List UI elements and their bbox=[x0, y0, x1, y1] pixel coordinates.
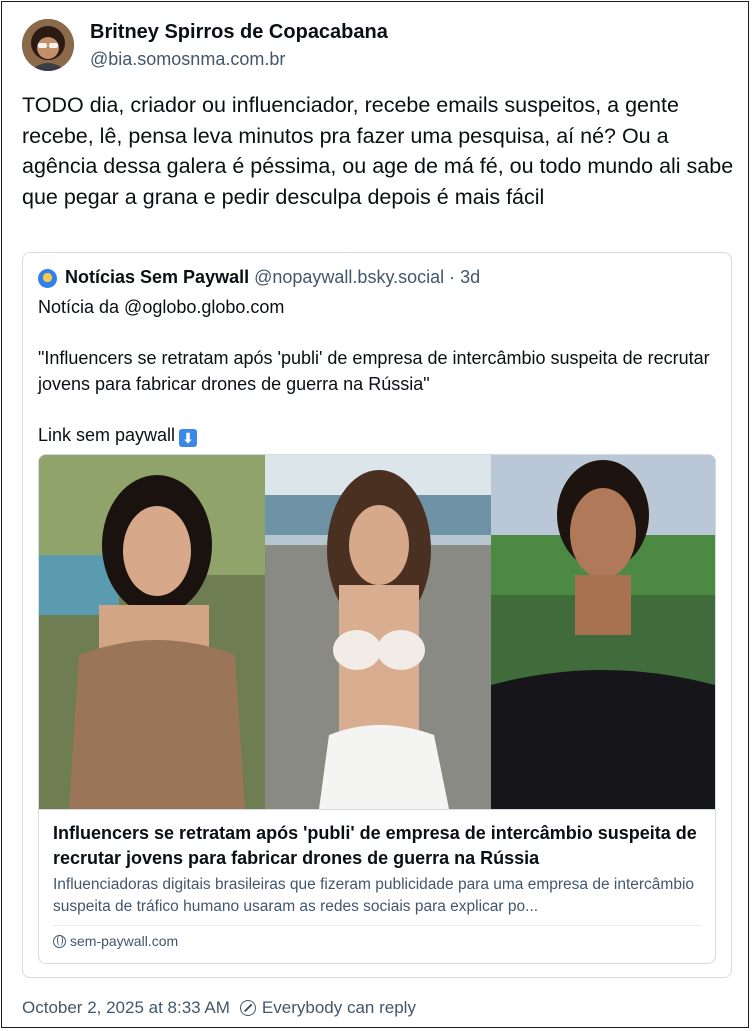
quote-author-avatar[interactable] bbox=[38, 269, 57, 288]
quote-age: 3d bbox=[460, 267, 481, 287]
link-card-domain[interactable]: sem-paywall.com bbox=[53, 933, 178, 949]
quote-text-block: Notícia da @oglobo.globo.com "Influencer… bbox=[38, 295, 720, 448]
quote-separator: · bbox=[449, 267, 456, 287]
author-handle[interactable]: @bia.somosnma.com.br bbox=[90, 49, 285, 70]
link-card-description: Influenciadoras digitais brasileiras que… bbox=[53, 876, 695, 915]
quote-author-handle[interactable]: @nopaywall.bsky.social bbox=[254, 267, 444, 287]
link-card-title[interactable]: Influencers se retratam após 'publi' de … bbox=[53, 821, 703, 871]
quote-text: Notícia da @oglobo.globo.com "Influencer… bbox=[38, 297, 710, 445]
post-text: TODO dia, criador ou influenciador, rece… bbox=[22, 93, 734, 209]
quote-author-name[interactable]: Notícias Sem Paywall bbox=[65, 267, 249, 287]
quoted-post[interactable]: Notícias Sem Paywall @nopaywall.bsky.soc… bbox=[22, 252, 732, 978]
link-card-image[interactable] bbox=[39, 455, 715, 809]
domain-text: sem-paywall.com bbox=[70, 933, 179, 949]
down-arrow-icon: ⬇ bbox=[179, 428, 198, 447]
card-separator bbox=[53, 925, 701, 926]
reply-setting: Everybody can reply bbox=[261, 998, 416, 1017]
post-timestamp[interactable]: October 2, 2025 at 8:33 AM bbox=[22, 998, 230, 1017]
post-footer: October 2, 2025 at 8:33 AM Everybody can … bbox=[22, 998, 416, 1018]
author-name[interactable]: Britney Spirros de Copacabana bbox=[90, 21, 388, 44]
globe-icon bbox=[53, 935, 66, 948]
card-divider bbox=[39, 809, 715, 810]
author-avatar[interactable] bbox=[22, 19, 74, 71]
reply-restriction-icon bbox=[239, 1000, 256, 1016]
link-card[interactable]: Influencers se retratam após 'publi' de … bbox=[38, 454, 716, 964]
quote-header: Notícias Sem Paywall @nopaywall.bsky.soc… bbox=[65, 267, 480, 288]
